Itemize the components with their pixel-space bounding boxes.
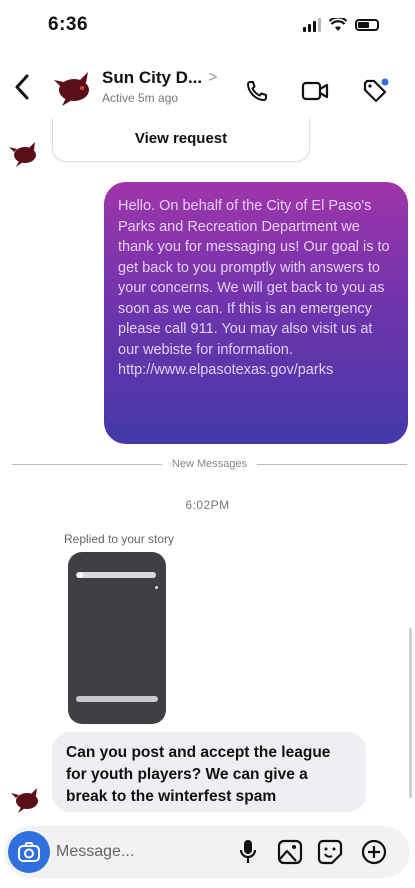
sticker-icon bbox=[317, 839, 343, 865]
status-time: 6:36 bbox=[48, 14, 89, 35]
add-button[interactable] bbox=[360, 838, 388, 866]
scrollbar[interactable] bbox=[409, 628, 412, 798]
notification-dot bbox=[381, 78, 389, 86]
battery-icon bbox=[355, 19, 379, 31]
wifi-icon bbox=[329, 18, 347, 31]
avatar[interactable] bbox=[10, 786, 42, 814]
cellular-signal-icon bbox=[303, 18, 321, 32]
camera-icon bbox=[18, 842, 40, 862]
outgoing-message-text: Hello. On behalf of the City of El Paso'… bbox=[118, 198, 390, 378]
video-icon bbox=[301, 81, 329, 101]
image-icon bbox=[277, 839, 303, 865]
avatar[interactable] bbox=[8, 140, 40, 168]
back-button[interactable] bbox=[14, 74, 30, 104]
divider-line bbox=[12, 463, 162, 465]
story-header-bar bbox=[76, 572, 156, 578]
view-request-label: View request bbox=[134, 130, 228, 147]
microphone-icon bbox=[239, 840, 257, 863]
chevron-left-icon bbox=[15, 74, 29, 100]
replied-to-story-label: Replied to your story bbox=[64, 532, 175, 546]
new-messages-label: New Messages bbox=[171, 458, 248, 470]
story-thumbnail[interactable] bbox=[68, 552, 166, 724]
new-messages-divider: New Messages bbox=[12, 456, 408, 472]
chat-header: Sun City D... > Active 5m ago bbox=[0, 56, 415, 126]
message-composer bbox=[4, 826, 410, 878]
gallery-button[interactable] bbox=[276, 838, 304, 866]
incoming-message-bubble[interactable]: Can you post and accept the league for y… bbox=[52, 732, 366, 812]
contact-name: Sun City D... bbox=[102, 68, 203, 87]
contact-name-row[interactable]: Sun City D... > bbox=[102, 68, 217, 88]
tag-icon bbox=[363, 78, 389, 103]
message-input[interactable] bbox=[56, 838, 216, 866]
sticker-button[interactable] bbox=[316, 838, 344, 866]
view-request-card[interactable]: View request bbox=[52, 118, 310, 162]
tag-button[interactable] bbox=[360, 76, 390, 106]
incoming-message-text: Can you post and accept the league for y… bbox=[66, 744, 331, 805]
conversation-title[interactable]: Sun City D... > Active 5m ago bbox=[102, 68, 217, 105]
story-menu-dot bbox=[155, 586, 158, 589]
phone-icon bbox=[247, 81, 267, 101]
plus-circle-icon bbox=[361, 839, 387, 865]
active-status: Active 5m ago bbox=[102, 91, 179, 105]
outgoing-message-bubble[interactable]: Hello. On behalf of the City of El Paso'… bbox=[104, 182, 408, 444]
status-bar: 6:36 bbox=[0, 0, 415, 56]
avatar[interactable] bbox=[52, 68, 94, 110]
status-icons bbox=[303, 18, 379, 32]
message-timestamp: 6:02PM bbox=[185, 498, 230, 512]
chevron-right-icon: > bbox=[208, 69, 218, 86]
story-avatar-dot bbox=[77, 572, 83, 578]
microphone-button[interactable] bbox=[234, 838, 262, 866]
divider-line bbox=[257, 463, 408, 465]
camera-button[interactable] bbox=[8, 831, 50, 873]
video-call-button[interactable] bbox=[300, 76, 330, 106]
call-button[interactable] bbox=[242, 76, 272, 106]
story-footer-bar bbox=[76, 696, 158, 702]
